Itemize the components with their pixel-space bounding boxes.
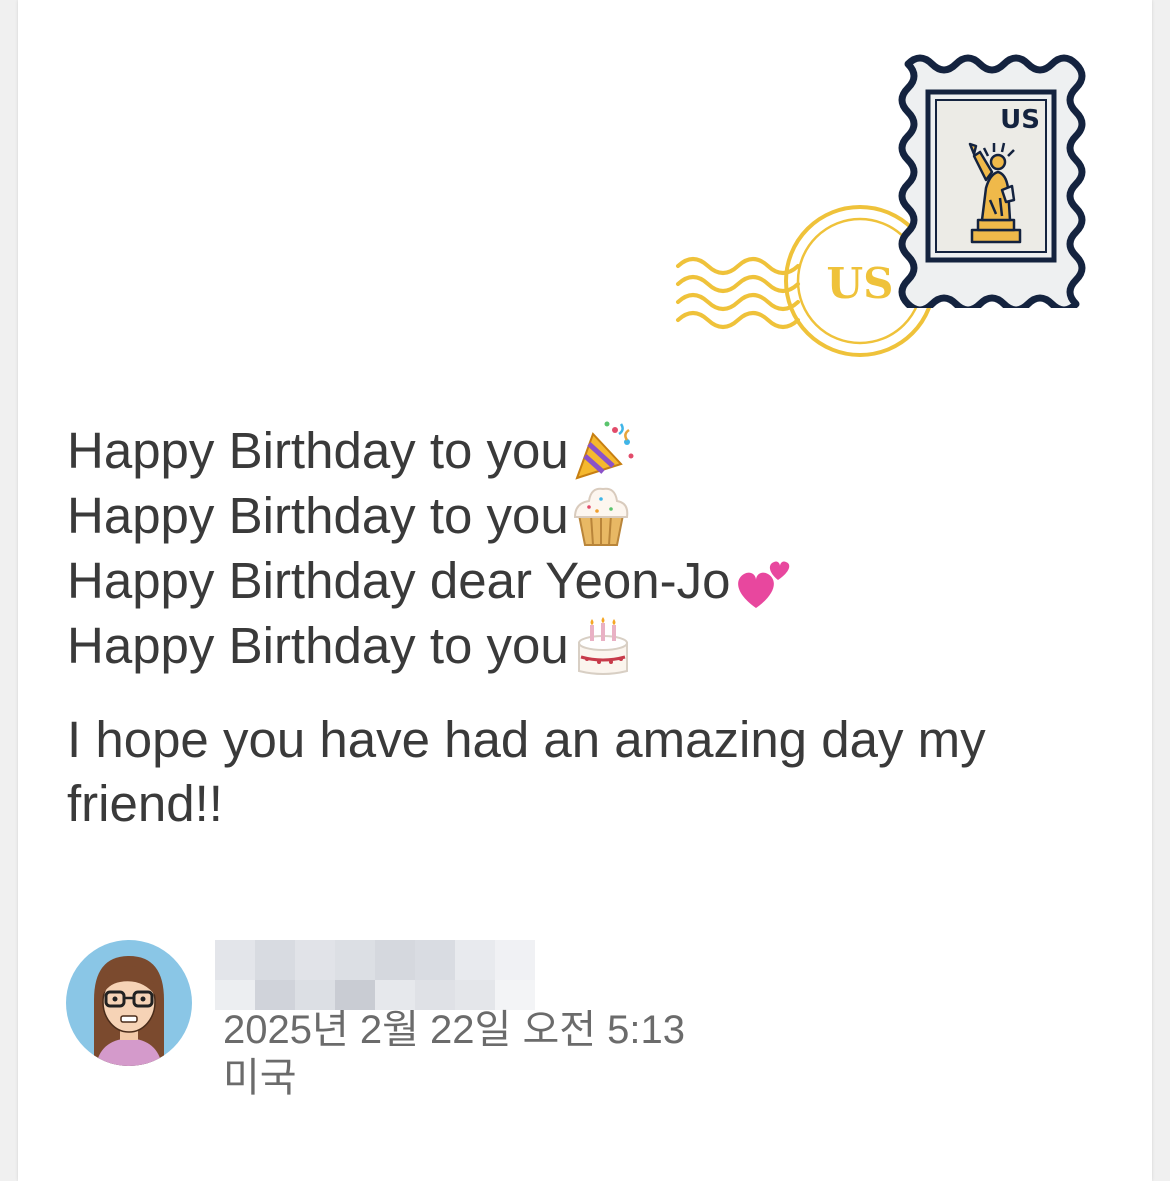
party-popper-icon [575, 421, 634, 480]
song-line: Happy Birthday to you [67, 613, 1127, 678]
postmark-text: US [827, 259, 894, 308]
song-line: Happy Birthday to you [67, 418, 1127, 483]
song-line-text: Happy Birthday to you [67, 617, 569, 674]
wish-text: I hope you have had an amazing day my fr… [67, 711, 986, 832]
author-section: 2025년 2월 22일 오전 5:13 미국 [66, 940, 966, 1120]
avatar[interactable] [66, 940, 192, 1066]
letter-card: US US Happy Birthday to you Happy Birthd… [18, 0, 1152, 1181]
post-location: 미국 [223, 1056, 297, 1100]
song-line: Happy Birthday dear Yeon-Jo [67, 548, 1127, 613]
song-line-text: Happy Birthday dear Yeon-Jo [67, 552, 731, 609]
cupcake-icon [573, 487, 629, 546]
woman-with-glasses-avatar [94, 956, 164, 1066]
two-hearts-icon [738, 560, 790, 608]
postage-stamp: US [898, 54, 1086, 308]
birthday-cake-icon [577, 616, 628, 675]
song-line-text: Happy Birthday to you [67, 487, 569, 544]
post-timestamp: 2025년 2월 22일 오전 5:13 [223, 1008, 686, 1052]
song-line: Happy Birthday to you [67, 483, 1127, 548]
redacted-author-name[interactable] [215, 940, 535, 1010]
song-line-text: Happy Birthday to you [67, 422, 569, 479]
stamp-country: US [1000, 105, 1040, 135]
message-body: Happy Birthday to you Happy Birthday to … [67, 418, 1127, 836]
